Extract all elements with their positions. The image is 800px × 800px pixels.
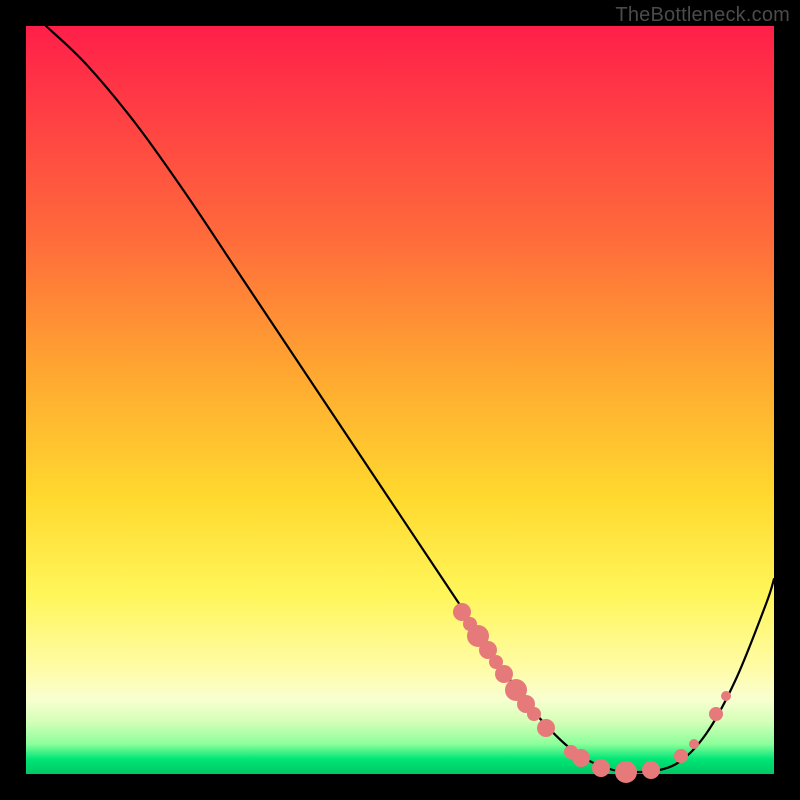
curve-markers	[453, 603, 731, 783]
plot-area	[26, 26, 774, 774]
curve-marker	[642, 761, 660, 779]
curve-marker	[495, 665, 513, 683]
curve-marker	[615, 761, 637, 783]
curve-marker	[572, 749, 590, 767]
curve-marker	[709, 707, 723, 721]
curve-marker	[527, 707, 541, 721]
bottleneck-curve	[46, 26, 774, 772]
curve-marker	[689, 739, 699, 749]
curve-marker	[674, 749, 688, 763]
chart-stage: TheBottleneck.com	[0, 0, 800, 800]
curve-marker	[537, 719, 555, 737]
bottleneck-curve-svg	[26, 26, 774, 774]
watermark-label: TheBottleneck.com	[615, 4, 790, 27]
curve-marker	[721, 691, 731, 701]
curve-marker	[592, 759, 610, 777]
